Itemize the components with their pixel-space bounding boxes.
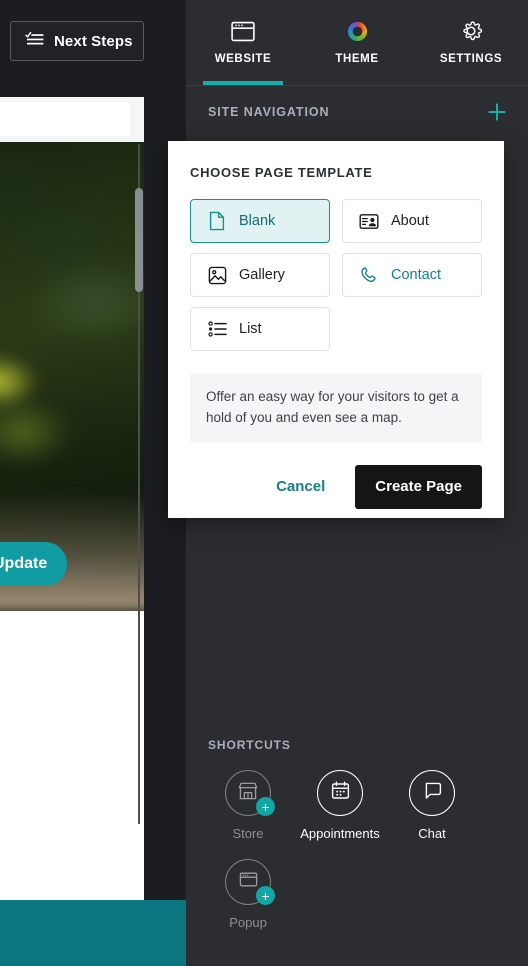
template-options-grid: Blank About Gallery Contact List — [190, 199, 482, 351]
create-page-button[interactable]: Create Page — [355, 464, 482, 509]
site-navigation-header: SITE NAVIGATION — [186, 86, 528, 138]
shortcut-appointments[interactable]: Appointments — [294, 770, 386, 841]
shortcut-chat[interactable]: Chat — [386, 770, 478, 841]
template-option-blank[interactable]: Blank — [190, 199, 330, 243]
shortcut-store-add-badge[interactable]: + — [256, 797, 275, 816]
template-option-gallery-label: Gallery — [239, 267, 285, 283]
tab-settings-label: SETTINGS — [439, 53, 503, 65]
template-option-contact[interactable]: Contact — [342, 253, 482, 297]
shortcut-popup-label: Popup — [229, 915, 267, 930]
shortcut-chat-circle — [409, 770, 455, 816]
template-option-about-label: About — [391, 213, 429, 229]
preview-header-bar — [0, 97, 144, 142]
preview-bottom-teal-band — [0, 900, 186, 966]
choose-page-template-modal: CHOOSE PAGE TEMPLATE Blank About Gallery… — [168, 141, 504, 518]
template-option-list[interactable]: List — [190, 307, 330, 351]
popup-window-icon — [238, 870, 259, 894]
panel-tabs: WEBSITE THEME SETTINGS — [186, 0, 528, 85]
site-navigation-title: SITE NAVIGATION — [208, 105, 330, 119]
shortcut-store-label: Store — [232, 826, 264, 841]
site-preview-area: Next Steps Update — [0, 0, 186, 966]
id-card-icon — [359, 211, 379, 231]
update-image-button[interactable]: Update — [0, 542, 68, 586]
storefront-icon — [237, 781, 259, 806]
tab-theme-label: THEME — [335, 53, 379, 65]
shortcut-popup[interactable]: + Popup — [202, 859, 294, 930]
tab-settings[interactable]: SETTINGS — [414, 0, 528, 85]
page-icon — [207, 211, 227, 231]
next-steps-button[interactable]: Next Steps — [10, 21, 144, 61]
shortcut-store[interactable]: + Store — [202, 770, 294, 841]
tab-website[interactable]: WEBSITE — [186, 0, 300, 85]
browser-window-icon — [231, 18, 255, 44]
template-option-about[interactable]: About — [342, 199, 482, 243]
preview-scrollbar-thumb[interactable] — [135, 188, 143, 292]
preview-header-inner — [0, 102, 130, 136]
preview-hero-image — [0, 142, 144, 611]
cancel-button[interactable]: Cancel — [264, 468, 337, 505]
plus-icon[interactable] — [484, 99, 510, 125]
app-root: Next Steps Update — [0, 0, 528, 966]
template-option-blank-label: Blank — [239, 213, 276, 229]
modal-title: CHOOSE PAGE TEMPLATE — [190, 165, 373, 180]
image-icon — [207, 265, 227, 285]
template-option-contact-label: Contact — [391, 267, 441, 283]
gear-icon — [459, 18, 483, 44]
shortcut-popup-circle: + — [225, 859, 275, 905]
phone-icon — [359, 265, 379, 285]
shortcut-store-circle: + — [225, 770, 275, 816]
shortcuts-grid: + Store Appointments Chat + Popup — [186, 770, 528, 948]
shortcuts-section: SHORTCUTS + Store Appointments Chat + Po… — [186, 738, 528, 948]
shortcuts-title: SHORTCUTS — [208, 738, 291, 752]
tab-theme[interactable]: THEME — [300, 0, 414, 85]
shortcut-appointments-circle — [317, 770, 363, 816]
website-preview-card[interactable]: Update — [0, 97, 144, 925]
tab-website-label: WEBSITE — [214, 53, 272, 65]
calendar-icon — [330, 780, 351, 806]
shortcut-popup-add-badge[interactable]: + — [256, 886, 275, 905]
update-button-label: Update — [0, 555, 48, 572]
shortcut-appointments-label: Appointments — [300, 826, 380, 841]
checklist-icon — [25, 31, 45, 52]
list-icon — [207, 319, 227, 339]
modal-actions: Cancel Create Page — [190, 464, 482, 509]
color-wheel-icon — [345, 18, 370, 44]
template-option-list-label: List — [239, 321, 262, 337]
chat-bubble-icon — [422, 780, 443, 806]
next-steps-label: Next Steps — [54, 32, 133, 50]
template-option-gallery[interactable]: Gallery — [190, 253, 330, 297]
template-description: Offer an easy way for your visitors to g… — [190, 373, 482, 443]
shortcut-chat-label: Chat — [418, 826, 446, 841]
